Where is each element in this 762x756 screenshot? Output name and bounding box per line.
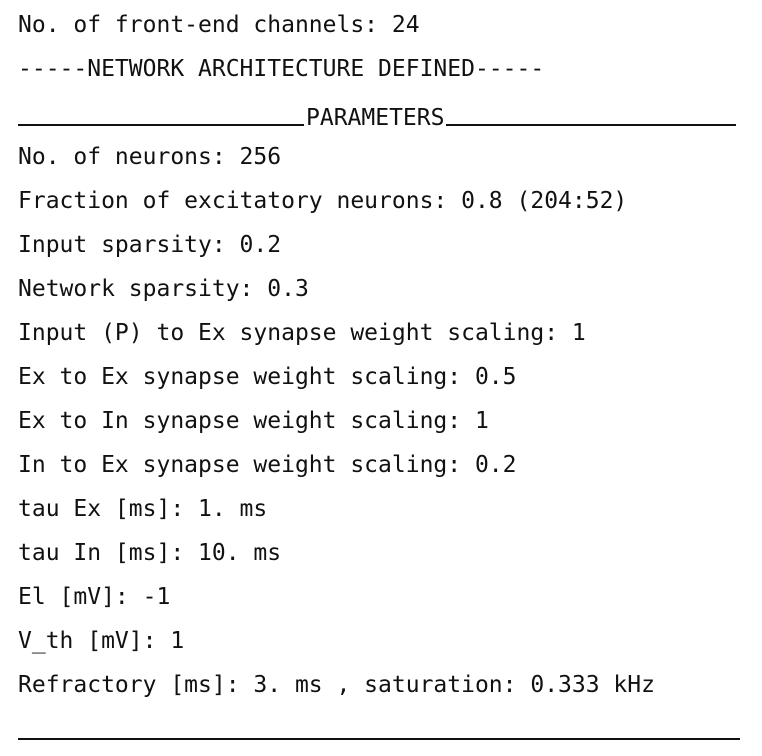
architecture-line: -----NETWORK ARCHITECTURE DEFINED-----: [18, 56, 545, 82]
console-output: No. of front-end channels: 24 -----NETWO…: [0, 0, 762, 756]
tau-ex-line: tau Ex [ms]: 1. ms: [18, 496, 268, 522]
input-sparsity-line: Input sparsity: 0.2: [18, 232, 282, 258]
ex-ex-weight-line: Ex to Ex synapse weight scaling: 0.5: [18, 364, 517, 390]
tau-in-line: tau In [ms]: 10. ms: [18, 540, 282, 566]
parameters-right-rule: [446, 124, 737, 126]
vth-line: V_th [mV]: 1: [18, 628, 185, 654]
parameters-title: PARAMETERS: [306, 105, 445, 131]
ex-in-weight-line: Ex to In synapse weight scaling: 1: [18, 408, 489, 434]
parameters-header: PARAMETERS: [18, 96, 762, 140]
network-sparsity-line: Network sparsity: 0.3: [18, 276, 309, 302]
in-ex-weight-line: In to Ex synapse weight scaling: 0.2: [18, 452, 517, 478]
bottom-rule: [18, 738, 740, 740]
channels-line: No. of front-end channels: 24: [18, 12, 420, 38]
neurons-line: No. of neurons: 256: [18, 144, 282, 170]
refractory-line: Refractory [ms]: 3. ms , saturation: 0.3…: [18, 672, 655, 698]
parameters-left-rule: [18, 124, 304, 126]
input-weight-line: Input (P) to Ex synapse weight scaling: …: [18, 320, 586, 346]
excitatory-fraction-line: Fraction of excitatory neurons: 0.8 (204…: [18, 188, 628, 214]
el-line: El [mV]: -1: [18, 584, 171, 610]
